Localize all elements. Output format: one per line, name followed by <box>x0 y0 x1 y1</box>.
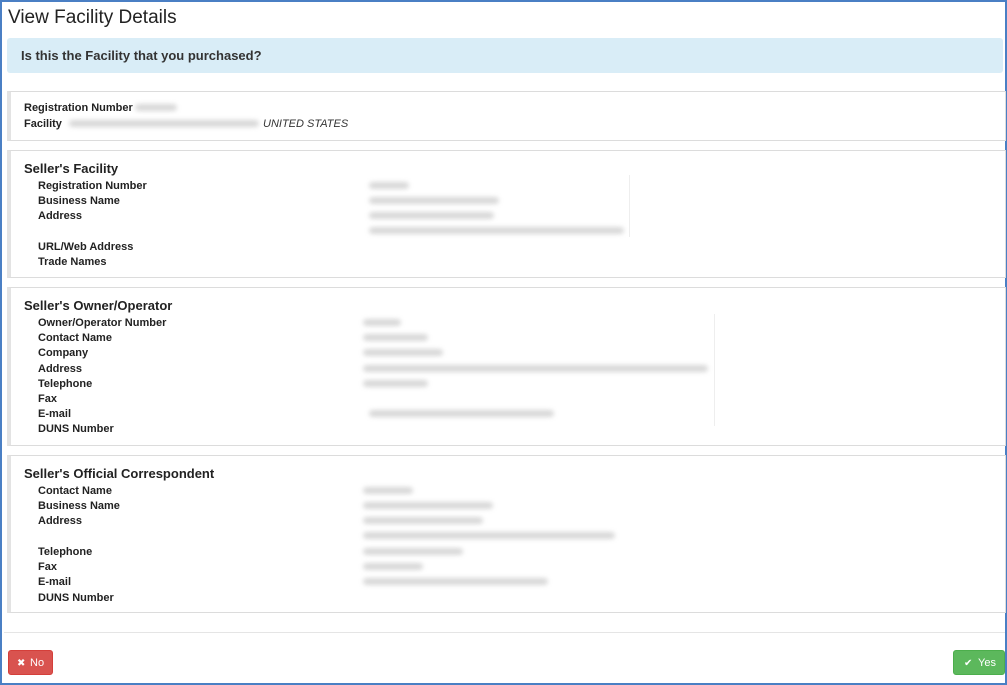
no-button[interactable]: ✖ No <box>8 650 53 675</box>
owner-address-label: Address <box>38 363 83 375</box>
yes-button[interactable]: ✔ Yes <box>953 650 1005 675</box>
page-title: View Facility Details <box>8 7 177 28</box>
dialog-frame: View Facility Details Is this the Facili… <box>0 0 1007 685</box>
facility-name-value-redacted <box>69 120 259 127</box>
question-text: Is this the Facility that you purchased? <box>21 48 262 63</box>
correspondent-address-line2-redacted <box>363 532 615 539</box>
owner-telephone-label: Telephone <box>38 378 93 390</box>
yes-button-label: Yes <box>978 657 996 669</box>
owner-company-value-redacted <box>363 349 443 356</box>
correspondent-telephone-value-redacted <box>363 548 463 555</box>
facility-registration-value-redacted <box>369 182 409 189</box>
owner-duns-label: DUNS Number <box>38 423 114 435</box>
owner-email-label: E-mail <box>38 408 72 420</box>
seller-correspondent-heading: Seller's Official Correspondent <box>24 466 215 481</box>
seller-facility-panel: Seller's Facility Registration Number Bu… <box>7 150 1006 278</box>
no-button-label: No <box>30 657 45 669</box>
facility-label: Facility <box>24 118 62 130</box>
check-icon: ✔ <box>964 658 973 669</box>
facility-registration-number-label: Registration Number <box>38 180 147 192</box>
owner-telephone-value-redacted <box>363 380 428 387</box>
seller-facility-heading: Seller's Facility <box>24 161 119 176</box>
footer-divider <box>4 632 1005 633</box>
value-column-divider <box>714 314 715 426</box>
owner-number-value-redacted <box>363 319 401 326</box>
registration-number-value-redacted <box>135 104 177 111</box>
correspondent-telephone-label: Telephone <box>38 546 93 558</box>
facility-trade-names-label: Trade Names <box>38 256 107 268</box>
facility-address-label: Address <box>38 210 83 222</box>
correspondent-address-label: Address <box>38 515 83 527</box>
owner-company-label: Company <box>38 347 89 359</box>
seller-owner-heading: Seller's Owner/Operator <box>24 298 173 313</box>
correspondent-address-line1-redacted <box>363 517 483 524</box>
correspondent-fax-value-redacted <box>363 563 423 570</box>
owner-email-value-redacted <box>369 410 554 417</box>
owner-number-label: Owner/Operator Number <box>38 317 167 329</box>
correspondent-duns-label: DUNS Number <box>38 592 114 604</box>
correspondent-fax-label: Fax <box>38 561 57 573</box>
owner-address-value-redacted <box>363 365 708 372</box>
owner-fax-label: Fax <box>38 393 57 405</box>
value-column-divider <box>629 175 630 237</box>
correspondent-email-label: E-mail <box>38 576 72 588</box>
facility-address-line2-redacted <box>369 227 624 234</box>
owner-contact-name-value-redacted <box>363 334 428 341</box>
facility-country: UNITED STATES <box>263 118 349 130</box>
facility-summary-panel: Registration Number Facility UNITED STAT… <box>7 91 1006 141</box>
seller-owner-panel: Seller's Owner/Operator Owner/Operator N… <box>7 287 1006 446</box>
correspondent-business-name-value-redacted <box>363 502 493 509</box>
facility-business-name-label: Business Name <box>38 195 120 207</box>
seller-correspondent-panel: Seller's Official Correspondent Contact … <box>7 455 1006 613</box>
facility-address-line1-redacted <box>369 212 494 219</box>
facility-url-label: URL/Web Address <box>38 241 134 253</box>
registration-number-label: Registration Number <box>24 102 133 114</box>
close-icon: ✖ <box>17 658 26 669</box>
owner-contact-name-label: Contact Name <box>38 332 112 344</box>
question-banner: Is this the Facility that you purchased? <box>7 38 1003 73</box>
correspondent-contact-name-label: Contact Name <box>38 485 112 497</box>
facility-business-name-value-redacted <box>369 197 499 204</box>
correspondent-business-name-label: Business Name <box>38 500 120 512</box>
correspondent-email-value-redacted <box>363 578 548 585</box>
correspondent-contact-name-value-redacted <box>363 487 413 494</box>
